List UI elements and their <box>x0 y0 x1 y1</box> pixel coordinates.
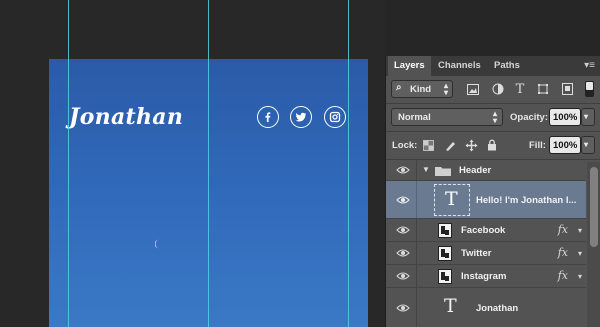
blend-mode-select[interactable]: Normal ▴ ▾ <box>391 108 503 126</box>
search-icon: ⌕ <box>396 82 402 93</box>
pixel-filter-icon[interactable] <box>466 82 480 96</box>
panel-tab-bar: Layers Channels Paths ▾≡ <box>386 56 600 76</box>
smart-object-thumbnail-icon <box>438 269 452 284</box>
stepper-icon: ▴ ▾ <box>443 81 448 97</box>
filter-toggle-switch[interactable] <box>585 81 594 97</box>
brand-name: Jonathan <box>69 104 184 130</box>
lock-transparency-icon[interactable] <box>421 138 435 152</box>
twitter-icon <box>290 106 312 128</box>
opacity-input[interactable]: 100% <box>549 108 581 126</box>
layer-row-instagram[interactable]: Instagram fx ▾ <box>386 265 586 288</box>
eye-icon[interactable] <box>396 248 410 258</box>
facebook-icon <box>257 106 279 128</box>
lock-pixels-icon[interactable] <box>443 138 457 152</box>
layers-panel: Layers Channels Paths ▾≡ ⌕ Kind ▴ ▾ T No… <box>385 56 600 327</box>
fill-dropdown[interactable]: ▾ <box>581 136 595 154</box>
chevron-down-icon[interactable]: ▾ <box>578 249 582 258</box>
filter-row: ⌕ Kind ▴ ▾ T <box>386 78 600 102</box>
shape-filter-icon[interactable] <box>536 82 550 96</box>
eye-icon[interactable] <box>396 303 410 313</box>
adjustment-filter-icon[interactable] <box>491 82 505 96</box>
layer-name[interactable]: Hello! I'm Jonathan I... <box>476 195 576 206</box>
layer-name[interactable]: Facebook <box>461 225 505 236</box>
guide-line[interactable] <box>208 0 209 327</box>
text-layer-thumbnail: T <box>434 184 470 216</box>
blend-row: Normal ▴ ▾ Opacity: 100% ▾ <box>386 106 600 128</box>
panel-menu-icon[interactable]: ▾≡ <box>584 60 595 71</box>
layer-effects-icon[interactable]: fx <box>558 269 568 282</box>
layer-name[interactable]: Header <box>459 165 491 176</box>
layer-row-hello-text[interactable]: T Hello! I'm Jonathan I... <box>386 181 586 219</box>
opacity-dropdown[interactable]: ▾ <box>581 108 595 126</box>
chevron-down-icon[interactable]: ▾ <box>578 272 582 281</box>
layer-name[interactable]: Instagram <box>461 271 506 282</box>
layer-name[interactable]: Twitter <box>461 248 491 259</box>
stepper-icon: ▴ ▾ <box>492 109 497 125</box>
blend-mode-value: Normal <box>398 112 431 123</box>
eye-icon[interactable] <box>396 165 410 175</box>
eye-icon[interactable] <box>396 271 410 281</box>
fill-label: Fill: <box>529 140 546 151</box>
smart-object-thumbnail-icon <box>438 223 452 238</box>
layer-name[interactable]: Jonathan <box>476 303 518 314</box>
type-icon: T <box>445 188 458 210</box>
type-filter-icon[interactable]: T <box>513 82 527 97</box>
layer-effects-icon[interactable]: fx <box>558 246 568 259</box>
scrollbar-thumb[interactable] <box>590 167 598 247</box>
layer-row-header-group[interactable]: ▼ Header <box>386 160 586 181</box>
smart-object-thumbnail-icon <box>438 246 452 261</box>
lock-label: Lock: <box>392 140 418 151</box>
type-icon: T <box>444 295 457 317</box>
layers-scrollbar[interactable] <box>587 162 600 327</box>
fill-input[interactable]: 100% <box>549 136 581 154</box>
moon-image <box>155 239 159 249</box>
filter-kind-select[interactable]: ⌕ Kind ▴ ▾ <box>391 80 453 98</box>
guide-line[interactable] <box>348 0 349 327</box>
fill-value: 100% <box>553 140 578 151</box>
layer-row-twitter[interactable]: Twitter fx ▾ <box>386 242 586 265</box>
filter-kind-label: Kind <box>410 84 432 95</box>
eye-icon[interactable] <box>396 225 410 235</box>
disclosure-triangle-icon[interactable]: ▼ <box>422 165 430 174</box>
opacity-value: 100% <box>553 112 578 123</box>
tab-channels[interactable]: Channels <box>432 56 487 76</box>
lock-all-icon[interactable] <box>485 138 499 152</box>
opacity-label: Opacity: <box>510 112 549 123</box>
layer-effects-icon[interactable]: fx <box>558 223 568 236</box>
guide-line[interactable] <box>68 0 69 327</box>
eye-icon[interactable] <box>396 195 410 205</box>
folder-icon <box>435 167 451 176</box>
layer-row-jonathan-text[interactable]: T Jonathan <box>386 288 586 327</box>
lock-row: Lock: Fill: 100% ▾ <box>386 134 600 156</box>
lock-position-icon[interactable] <box>464 138 478 152</box>
smart-object-filter-icon[interactable] <box>560 82 574 96</box>
tab-layers[interactable]: Layers <box>388 56 431 76</box>
chevron-down-icon: ▾ <box>584 112 589 121</box>
chevron-down-icon[interactable]: ▾ <box>578 226 582 235</box>
chevron-down-icon: ▾ <box>584 140 589 149</box>
tab-paths[interactable]: Paths <box>488 56 526 76</box>
instagram-icon <box>324 106 346 128</box>
layer-row-facebook[interactable]: Facebook fx ▾ <box>386 219 586 242</box>
